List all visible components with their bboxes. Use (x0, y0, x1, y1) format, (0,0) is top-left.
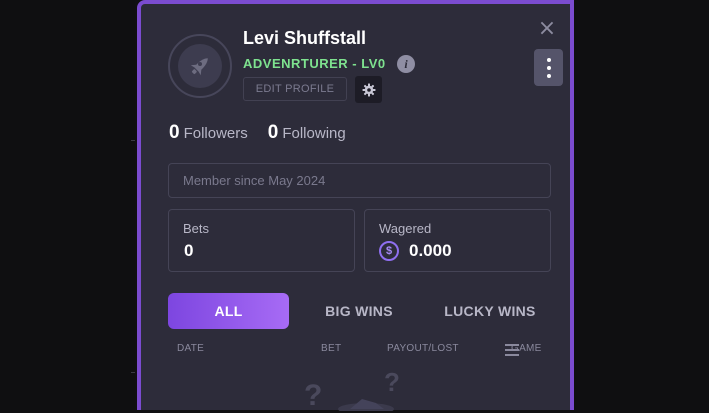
modal-accent-border (570, 0, 574, 410)
column-header-date: DATE (177, 343, 205, 354)
follow-stats: 0 Followers 0 Following (169, 122, 346, 144)
empty-state-illustration: ? ? (296, 365, 416, 412)
avatar[interactable] (168, 34, 232, 98)
tab-big-wins[interactable]: BIG WINS (309, 293, 409, 329)
bets-value: 0 (184, 241, 194, 260)
column-header-payout: PAYOUT/LOST (387, 343, 459, 354)
following-label[interactable]: Following (282, 125, 345, 142)
gear-icon (362, 83, 375, 96)
background-divider (131, 372, 135, 373)
more-vertical-icon (546, 57, 551, 62)
close-icon[interactable]: × (536, 18, 558, 40)
background-right (572, 0, 709, 410)
wagered-card: Wagered $ 0.000 (364, 209, 551, 272)
followers-count[interactable]: 0 (169, 122, 180, 144)
more-options-button[interactable] (534, 49, 563, 86)
following-count[interactable]: 0 (268, 122, 279, 144)
filter-icon[interactable] (505, 344, 519, 356)
background-divider (131, 140, 135, 141)
dice-icon (338, 399, 394, 411)
edit-profile-button[interactable]: EDIT PROFILE (243, 77, 347, 101)
settings-button[interactable] (355, 76, 382, 103)
username: Levi Shuffstall (243, 28, 367, 48)
followers-label[interactable]: Followers (184, 125, 248, 142)
tab-lucky-wins[interactable]: LUCKY WINS (430, 293, 550, 329)
rocket-icon (178, 44, 222, 88)
level-badge: ADVENRTURER - LV0 (243, 56, 386, 71)
wagered-value: 0.000 (409, 241, 452, 260)
background-left (0, 0, 135, 410)
info-icon[interactable]: i (397, 55, 415, 73)
wagered-label: Wagered (379, 221, 432, 236)
coin-icon: $ (379, 241, 399, 261)
question-mark: ? (304, 379, 323, 412)
tab-all[interactable]: ALL (168, 293, 289, 329)
member-since-field: Member since May 2024 (168, 163, 551, 198)
column-header-bet: BET (321, 343, 342, 354)
bets-label: Bets (183, 221, 210, 236)
bets-card: Bets 0 (168, 209, 355, 272)
